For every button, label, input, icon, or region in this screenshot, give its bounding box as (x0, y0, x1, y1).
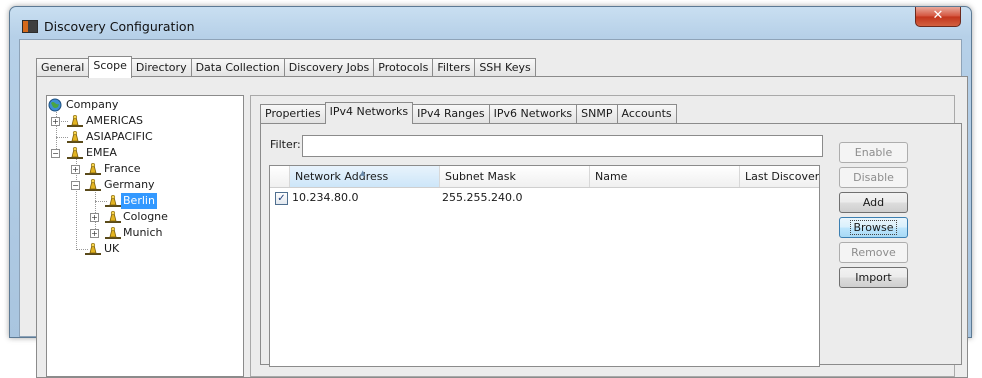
tab-ipv4-networks[interactable]: IPv4 Networks (324, 102, 414, 124)
tree-item-label: Berlin (121, 193, 157, 209)
expand-icon[interactable]: + (51, 117, 60, 126)
network-node-icon (105, 211, 121, 223)
network-node-icon (105, 227, 121, 239)
tab-scope[interactable]: Scope (88, 56, 132, 78)
tree-item-label: Cologne (123, 210, 168, 223)
scope-tree[interactable]: Company + AMERICAS ASIAPACIFIC − EMEA + … (46, 95, 244, 377)
tab-filters[interactable]: Filters (432, 58, 476, 77)
tree-item-label: AMERICAS (86, 114, 144, 127)
column-header-name[interactable]: Name (590, 166, 740, 187)
tab-ipv6-networks[interactable]: IPv6 Networks (488, 104, 578, 123)
tab-accounts[interactable]: Accounts (616, 104, 677, 123)
tab-ssh-keys[interactable]: SSH Keys (474, 58, 536, 77)
remove-button[interactable]: Remove (839, 242, 908, 263)
enable-button[interactable]: Enable (839, 142, 908, 163)
import-button[interactable]: Import (839, 267, 908, 288)
tree-item-label: Company (66, 98, 119, 111)
app-icon (22, 20, 38, 33)
window-title: Discovery Configuration (44, 19, 195, 34)
column-header-last-discovered[interactable]: Last Discovered (740, 166, 819, 187)
sort-ascending-icon: ▲ (360, 169, 366, 177)
dialog-client-area: General Scope Directory Data Collection … (19, 39, 968, 378)
column-header-check[interactable] (270, 166, 290, 187)
expand-icon[interactable]: + (71, 165, 80, 174)
close-button[interactable]: ✕ (915, 7, 961, 27)
expand-icon[interactable]: + (90, 213, 99, 222)
expand-icon[interactable]: + (90, 229, 99, 238)
tree-item-label: Munich (123, 226, 163, 239)
filter-input[interactable] (302, 135, 823, 157)
network-node-icon (85, 163, 101, 175)
tab-protocols[interactable]: Protocols (373, 58, 434, 77)
tab-data-collection[interactable]: Data Collection (190, 58, 285, 77)
tree-item-label: EMEA (86, 146, 117, 159)
globe-icon (48, 98, 62, 112)
browse-button[interactable]: Browse (839, 217, 908, 238)
cell-network-address[interactable]: 10.234.80.0 (292, 191, 358, 204)
tab-ipv4-ranges[interactable]: IPv4 Ranges (412, 104, 490, 123)
tab-discovery-jobs[interactable]: Discovery Jobs (283, 58, 375, 77)
browse-button-label: Browse (850, 220, 897, 235)
cell-subnet-mask[interactable]: 255.255.240.0 (442, 191, 522, 204)
tab-general[interactable]: General (36, 58, 90, 77)
network-node-icon (85, 243, 101, 255)
disable-button[interactable]: Disable (839, 167, 908, 188)
networks-table: ▲ Network Address Subnet Mask Name Last … (269, 165, 820, 367)
title-bar[interactable]: Discovery Configuration ✕ (10, 7, 971, 39)
tab-snmp[interactable]: SNMP (576, 104, 618, 123)
tree-item-label: France (104, 162, 141, 175)
collapse-icon[interactable]: − (51, 149, 60, 158)
main-tab-strip: General Scope Directory Data Collection … (36, 56, 536, 78)
network-node-icon (67, 131, 83, 143)
tree-item-label: UK (104, 242, 120, 255)
tab-properties[interactable]: Properties (260, 104, 326, 123)
add-button[interactable]: Add (839, 192, 908, 213)
tab-directory[interactable]: Directory (130, 58, 192, 77)
collapse-icon[interactable]: − (71, 181, 80, 190)
network-node-icon (67, 115, 83, 127)
network-node-icon (67, 147, 83, 159)
table-header: ▲ Network Address Subnet Mask Name Last … (270, 166, 819, 188)
row-checkbox[interactable]: ✓ (275, 192, 288, 205)
network-node-icon (105, 195, 121, 207)
column-header-subnet-mask[interactable]: Subnet Mask (440, 166, 590, 187)
dialog-window: Discovery Configuration ✕ General Scope … (9, 6, 972, 378)
tree-item-label: ASIAPACIFIC (86, 130, 153, 143)
network-node-icon (85, 179, 101, 191)
filter-label: Filter: (270, 138, 301, 151)
tree-item-label: Germany (104, 178, 155, 191)
column-header-network-address[interactable]: ▲ Network Address (290, 166, 440, 187)
scope-tab-strip: Properties IPv4 Networks IPv4 Ranges IPv… (260, 102, 677, 124)
